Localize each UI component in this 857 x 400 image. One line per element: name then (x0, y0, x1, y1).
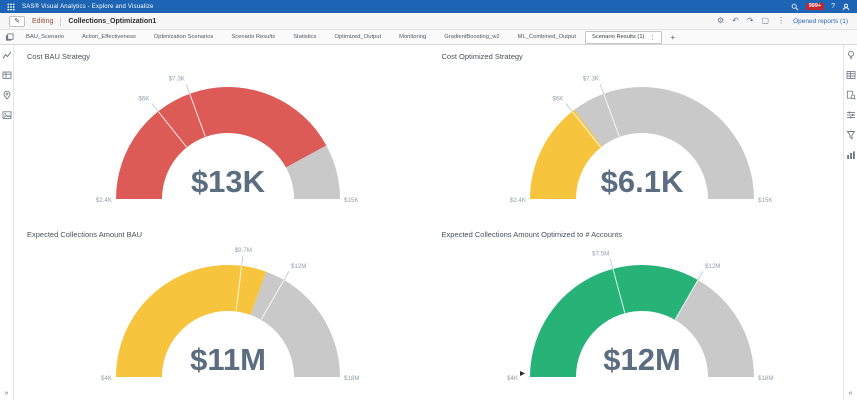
help-button[interactable]: ? (831, 3, 835, 10)
gauge-title: Expected Collections Amount Optimized to… (442, 230, 844, 239)
main-area: » Cost BAU Strategy $6K $7.3K $2.4K $15K $13K… (0, 45, 857, 400)
svg-text:$12M: $12M (705, 262, 720, 269)
location-pin-icon[interactable] (2, 90, 12, 100)
present-icon[interactable]: ▢ (762, 16, 770, 26)
gauge-cell-2: Cost Optimized Strategy $6K $7.3K $2.4K $15K… (429, 45, 844, 223)
line-chart-icon[interactable] (2, 50, 12, 60)
app-launcher-icon[interactable] (7, 3, 15, 11)
options-icon[interactable] (846, 110, 856, 120)
edit-mode-button[interactable]: ✎ (9, 16, 25, 27)
svg-text:$6K: $6K (553, 95, 565, 102)
tab-statistics[interactable]: Statistics (284, 31, 325, 43)
svg-text:$18M: $18M (344, 375, 359, 382)
user-avatar-icon[interactable] (842, 3, 850, 11)
svg-text:$15K: $15K (344, 197, 359, 204)
gauge-chart[interactable]: $6K $7.3K $2.4K $15K $13K (63, 69, 393, 219)
search-icon[interactable] (791, 3, 799, 11)
tab-active-label: Scenario Results (1) (592, 34, 645, 40)
report-canvas: Cost BAU Strategy$6K$7.3K$2.4K$15K$13KCo… (14, 45, 843, 400)
tab-monitoring[interactable]: Monitoring (390, 31, 435, 43)
tab-gradientboosting-w2[interactable]: GradientBoosting_w2 (435, 31, 508, 43)
svg-text:$6K: $6K (138, 95, 150, 102)
expand-left-rail-icon[interactable]: » (5, 390, 9, 397)
svg-text:$9.7M: $9.7M (234, 247, 251, 254)
page-tabs: BAU_ScenarioAction_EffectivenessOptimiza… (17, 31, 683, 44)
gauge-cell-3: Expected Collections Amount BAU $9.7M $12M… (14, 223, 429, 400)
undo-icon[interactable]: ↶ (732, 16, 739, 26)
divider (60, 17, 61, 26)
tab-action-effectiveness[interactable]: Action_Effectiveness (73, 31, 145, 43)
notifications-badge[interactable]: 999+ (806, 3, 824, 10)
tab-menu-icon[interactable]: ⋮ (649, 34, 655, 41)
report-pages-icon[interactable] (5, 33, 14, 42)
report-title: Collections_Optimization1 (68, 18, 156, 25)
image-icon[interactable] (2, 110, 12, 120)
right-rail: « (843, 45, 857, 400)
svg-text:$11M: $11M (190, 342, 266, 377)
gauge-chart[interactable]: $7.5M $12M $4K $18M $12M (477, 247, 807, 397)
svg-text:$2.4K: $2.4K (510, 197, 527, 204)
left-rail: » (0, 45, 14, 400)
filters-icon[interactable] (846, 130, 856, 140)
gauge-title: Expected Collections Amount BAU (27, 230, 429, 239)
tab-active-scenario-results-1[interactable]: Scenario Results (1) ⋮ (585, 31, 663, 44)
objects-icon[interactable] (846, 90, 856, 100)
svg-text:$7.3K: $7.3K (168, 76, 185, 83)
gauge-title: Cost Optimized Strategy (442, 52, 844, 61)
data-icon[interactable] (846, 70, 856, 80)
svg-text:$2.4K: $2.4K (96, 197, 113, 204)
tab-optimization-scenarios[interactable]: Optimization Scenarios (145, 31, 223, 43)
gauge-title: Cost BAU Strategy (27, 52, 429, 61)
ranks-icon[interactable] (846, 150, 856, 160)
redo-icon[interactable]: ↷ (747, 16, 754, 26)
gauge-chart[interactable]: $9.7M $12M $4K $18M $11M (63, 247, 393, 397)
svg-text:$4K: $4K (507, 375, 519, 382)
tab-scenario-results[interactable]: Scenario Results (222, 31, 284, 43)
gauge-chart[interactable]: $6K $7.3K $2.4K $15K $6.1K (477, 69, 807, 219)
svg-text:$7.5M: $7.5M (592, 250, 609, 257)
svg-text:$18M: $18M (758, 375, 773, 382)
suggestions-icon[interactable] (846, 50, 856, 60)
svg-text:$13K: $13K (191, 164, 266, 199)
opened-reports-link[interactable]: Opened reports (1) (793, 18, 848, 25)
svg-text:$15K: $15K (758, 197, 773, 204)
svg-text:$4K: $4K (101, 375, 113, 382)
kebab-menu-icon[interactable]: ⋮ (777, 16, 785, 26)
svg-text:$6.1K: $6.1K (601, 164, 684, 199)
editing-label: Editing (32, 18, 53, 25)
add-page-button[interactable]: + (662, 33, 683, 42)
svg-text:$12M: $12M (603, 342, 681, 377)
settings-gear-icon[interactable]: ⚙ (717, 16, 724, 26)
app-header: SAS® Visual Analytics - Explore and Visu… (0, 0, 857, 13)
svg-text:$7.3K: $7.3K (583, 76, 600, 83)
expand-right-rail-icon[interactable]: « (849, 390, 853, 397)
tab-bau-scenario[interactable]: BAU_Scenario (17, 31, 73, 43)
gauge-cell-1: Cost BAU Strategy $6K $7.3K $2.4K $15K $13K (14, 45, 429, 223)
tab-optimized-output[interactable]: Optimized_Output (325, 31, 390, 43)
gauge-cell-4: Expected Collections Amount Optimized to… (429, 223, 844, 400)
app-title: SAS® Visual Analytics - Explore and Visu… (22, 4, 154, 10)
app-window: SAS® Visual Analytics - Explore and Visu… (0, 0, 857, 400)
svg-text:$12M: $12M (291, 262, 306, 269)
tab-ml-combined-output[interactable]: ML_Combined_Output (509, 31, 585, 43)
page-tabstrip: BAU_ScenarioAction_EffectivenessOptimiza… (0, 30, 857, 45)
data-table-icon[interactable] (2, 70, 12, 80)
report-toolbar: ✎ Editing Collections_Optimization1 ⚙ ↶ ↷ ▢… (0, 13, 857, 30)
